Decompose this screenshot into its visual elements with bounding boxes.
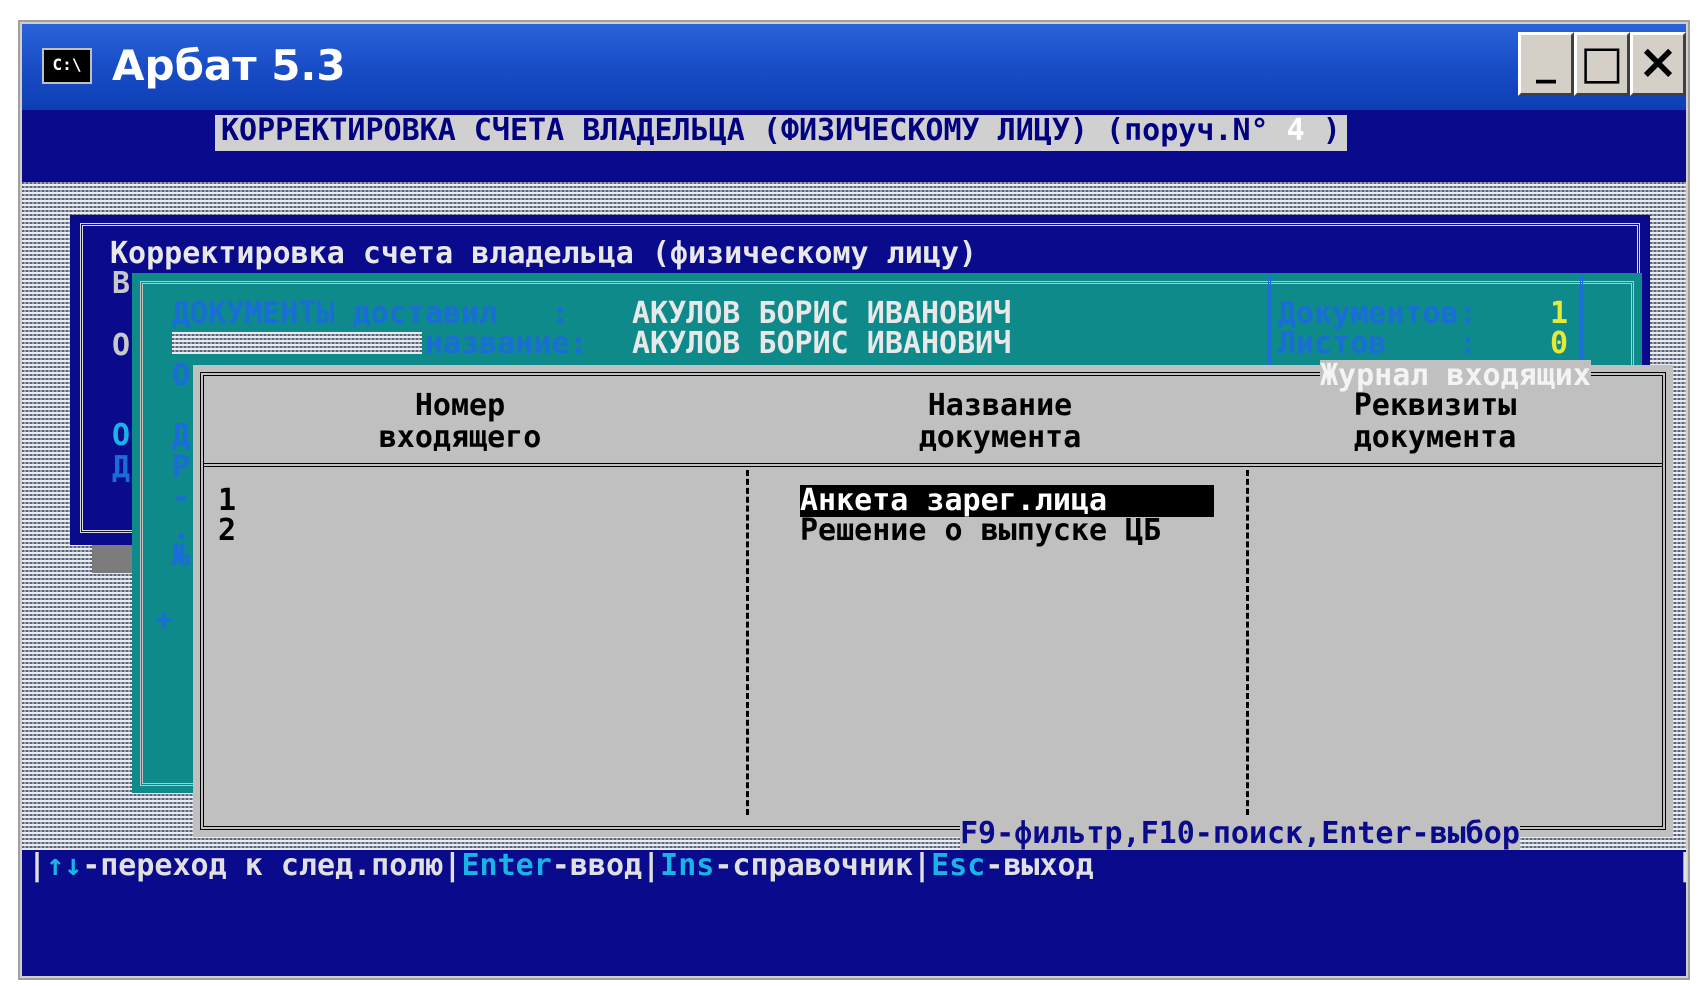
counter-divider bbox=[1580, 276, 1585, 366]
column-header-name: Название bbox=[927, 388, 1073, 423]
window-title: Арбат 5.3 bbox=[112, 41, 346, 90]
header-separator bbox=[204, 463, 1662, 467]
owner-field-char: Д bbox=[112, 450, 131, 485]
column-divider bbox=[1246, 470, 1249, 815]
owner-field-char: О bbox=[112, 418, 131, 453]
column-header-details-line2: документа bbox=[1353, 420, 1517, 455]
status-bar: |↑↓-переход к след.полю|Enter-ввод|Ins-с… bbox=[28, 848, 1094, 883]
column-header-number-line2: входящего bbox=[378, 420, 542, 455]
arrows-hint: -переход к след.полю bbox=[82, 848, 444, 883]
console-icon: C:\ bbox=[42, 48, 92, 84]
doc-field-char: О bbox=[172, 358, 191, 393]
sheets-count: 0 bbox=[1550, 326, 1569, 361]
doc-field-char: № bbox=[172, 538, 191, 573]
sheets-count-label: Листов : bbox=[1278, 326, 1477, 361]
column-header-details: Реквизиты bbox=[1353, 388, 1517, 423]
screen-header-end: ) bbox=[1304, 113, 1341, 148]
counter-divider bbox=[1268, 276, 1273, 366]
status-bar-edge: | bbox=[1676, 848, 1695, 883]
maximize-button[interactable]: □ bbox=[1574, 32, 1630, 96]
column-divider bbox=[746, 470, 749, 815]
owner-field-char: В bbox=[112, 266, 131, 301]
column-header-number: Номер bbox=[414, 388, 506, 423]
ins-hint: -справочник bbox=[714, 848, 914, 883]
add-marker: + bbox=[155, 603, 174, 638]
name-label-fill bbox=[172, 332, 422, 354]
journal-footer-hints: F9-фильтр,F10-поиск,Enter-выбор bbox=[960, 816, 1520, 851]
doc-field-char: Д bbox=[172, 418, 191, 453]
table-row-name[interactable]: Решение о выпуске ЦБ bbox=[800, 515, 1161, 547]
name-value[interactable]: АКУЛОВ БОРИС ИВАНОВИЧ bbox=[632, 328, 1011, 360]
arrows-key: ↑↓ bbox=[46, 848, 83, 883]
name-label: название: bbox=[425, 326, 588, 361]
doc-field-char: - bbox=[172, 480, 191, 515]
ins-key: Ins bbox=[660, 848, 715, 883]
owner-dialog-title: Корректировка счета владельца (физическо… bbox=[110, 236, 977, 271]
screen-header-text: КОРРЕКТИРОВКА СЧЕТА ВЛАДЕЛЬЦА (ФИЗИЧЕСКО… bbox=[221, 113, 1287, 148]
minimize-button[interactable]: _ bbox=[1518, 32, 1574, 96]
esc-hint: -выход bbox=[985, 848, 1094, 883]
enter-key: Enter bbox=[461, 848, 552, 883]
column-header-name-line2: документа bbox=[918, 420, 1082, 455]
screen-header: КОРРЕКТИРОВКА СЧЕТА ВЛАДЕЛЬЦА (ФИЗИЧЕСКО… bbox=[215, 115, 1347, 151]
table-row-number[interactable]: 2 bbox=[218, 515, 236, 547]
close-button[interactable]: × bbox=[1630, 32, 1686, 96]
owner-field-char: О bbox=[112, 328, 131, 363]
enter-hint: -ввод bbox=[551, 848, 643, 883]
esc-key: Esc bbox=[931, 848, 986, 883]
order-number: 4 bbox=[1286, 113, 1305, 148]
